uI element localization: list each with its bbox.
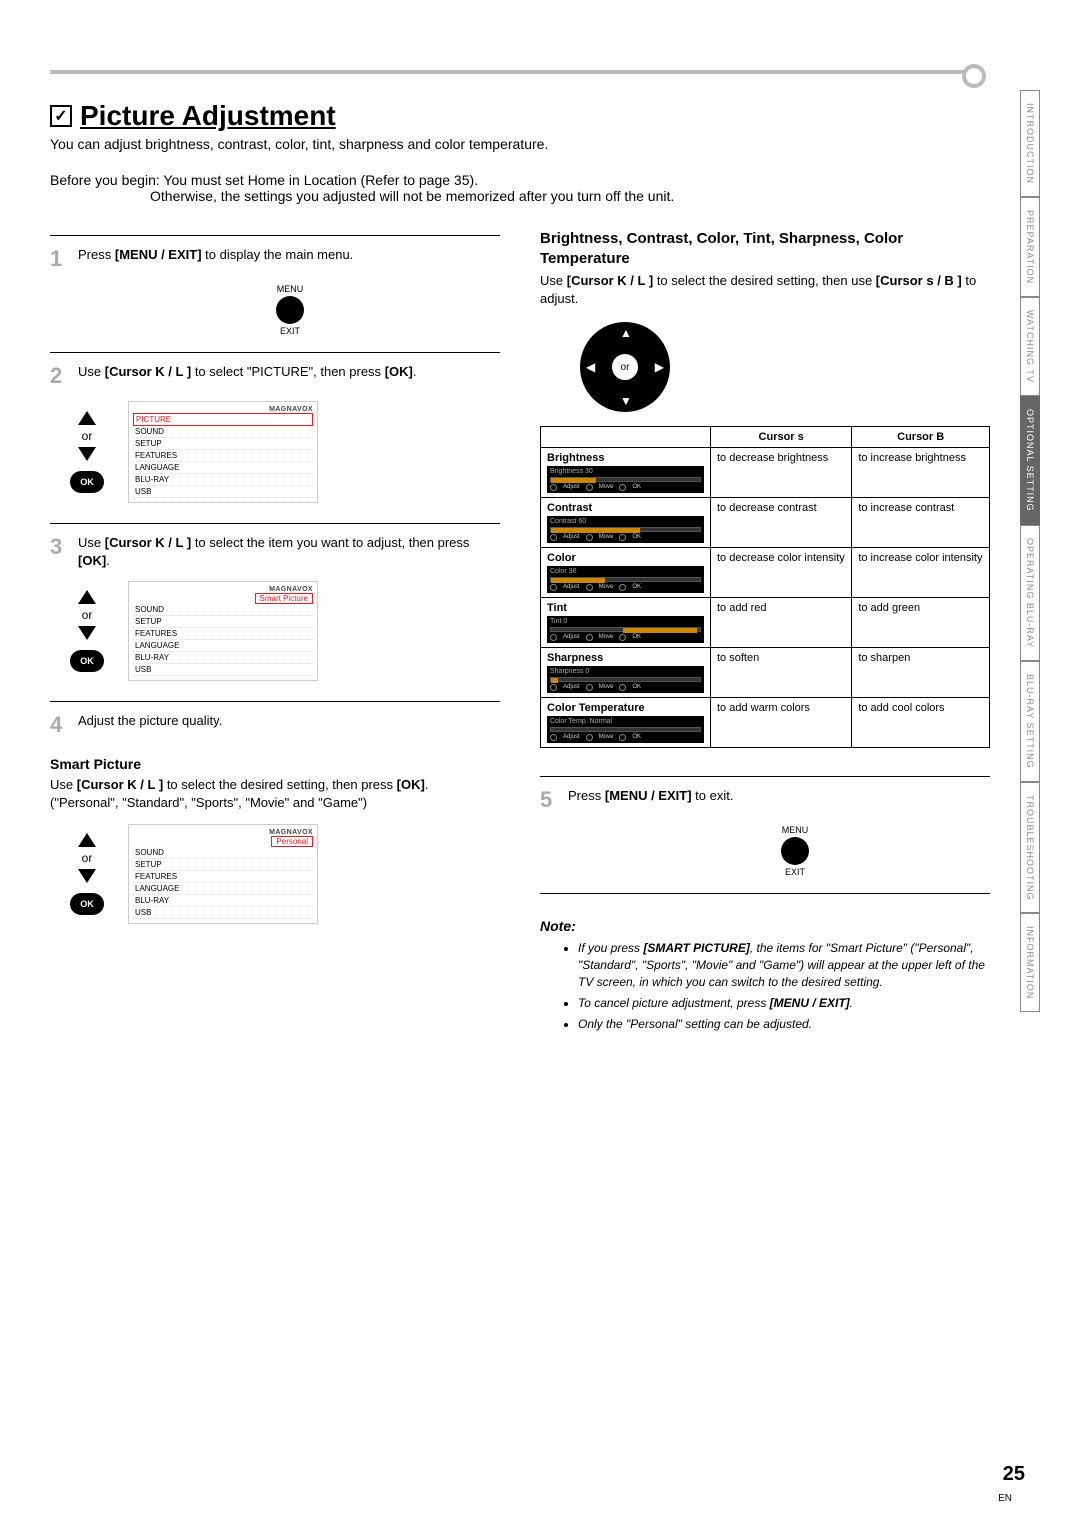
nav-cluster-1: or OK MAGNAVOX PICTURE SOUND SETUP FEATU… xyxy=(70,401,500,503)
step-number: 1 xyxy=(50,246,70,272)
osd-menu-2: MAGNAVOX Smart Picture SOUND SETUP FEATU… xyxy=(128,581,318,681)
adjustment-table: Cursor sCursor B Brightness Brightness 3… xyxy=(540,426,990,748)
tab-optional-setting[interactable]: OPTIONAL SETTING xyxy=(1020,396,1040,525)
step-number: 2 xyxy=(50,363,70,389)
osd-menu-3: MAGNAVOX Personal SOUND SETUP FEATURES L… xyxy=(128,824,318,924)
step-text: Adjust the picture quality. xyxy=(78,712,500,738)
osd-menu-1: MAGNAVOX PICTURE SOUND SETUP FEATURES LA… xyxy=(128,401,318,503)
cursor-up-icon xyxy=(78,411,96,425)
step-number: 3 xyxy=(50,534,70,569)
page-number: 25 xyxy=(1003,1463,1025,1486)
nav-cluster-2: orOK MAGNAVOX Smart Picture SOUND SETUP … xyxy=(70,581,500,681)
tab-troubleshooting[interactable]: TROUBLESHOOTING xyxy=(1020,782,1040,914)
intro-text: You can adjust brightness, contrast, col… xyxy=(50,136,550,154)
side-tabs: INTRODUCTION PREPARATION WATCHING TV OPT… xyxy=(1020,90,1040,1012)
tab-information[interactable]: INFORMATION xyxy=(1020,913,1040,1012)
or-label: or xyxy=(82,429,93,443)
nav-circle-icon: or ▲▼◀▶ xyxy=(580,322,670,412)
before-body: Otherwise, the settings you adjusted wil… xyxy=(150,188,1050,206)
before-label: Before you begin: You must set Home in L… xyxy=(50,172,1050,188)
note-block: Note: If you press [SMART PICTURE], the … xyxy=(540,918,990,1032)
tab-introduction[interactable]: INTRODUCTION xyxy=(1020,90,1040,197)
lang-code: EN xyxy=(998,1493,1012,1504)
step-number: 5 xyxy=(540,787,560,813)
smart-picture-text: Use [Cursor K / L ] to select the desire… xyxy=(50,776,500,812)
step-text: Use [Cursor K / L ] to select the item y… xyxy=(78,534,500,569)
menu-exit-button-icon: MENUEXIT xyxy=(80,284,500,336)
cursor-down-icon xyxy=(78,447,96,461)
tab-bluray-setting[interactable]: BLU-RAY SETTING xyxy=(1020,661,1040,782)
left-column: 1 Press [MENU / EXIT] to display the mai… xyxy=(50,229,500,1036)
menu-exit-button-icon: MENUEXIT xyxy=(600,825,990,877)
step-text: Press [MENU / EXIT] to display the main … xyxy=(78,246,500,272)
step-number: 4 xyxy=(50,712,70,738)
step-text: Press [MENU / EXIT] to exit. xyxy=(568,787,990,813)
step-text: Use [Cursor K / L ] to select "PICTURE",… xyxy=(78,363,500,389)
top-rule xyxy=(50,70,980,74)
tab-preparation[interactable]: PREPARATION xyxy=(1020,197,1040,297)
nav-cluster-3: orOK MAGNAVOX Personal SOUND SETUP FEATU… xyxy=(70,824,500,924)
right-column: Brightness, Contrast, Color, Tint, Sharp… xyxy=(540,229,1050,1036)
tab-watching-tv[interactable]: WATCHING TV xyxy=(1020,297,1040,396)
smart-picture-heading: Smart Picture xyxy=(50,756,500,772)
right-heading: Brightness, Contrast, Color, Tint, Sharp… xyxy=(540,229,990,268)
checkbox-icon: ✓ xyxy=(50,105,72,127)
tab-operating-bluray[interactable]: OPERATING BLU-RAY xyxy=(1020,525,1040,661)
page-title: ✓ Picture Adjustment xyxy=(50,100,1050,132)
ok-button-icon: OK xyxy=(70,471,104,493)
